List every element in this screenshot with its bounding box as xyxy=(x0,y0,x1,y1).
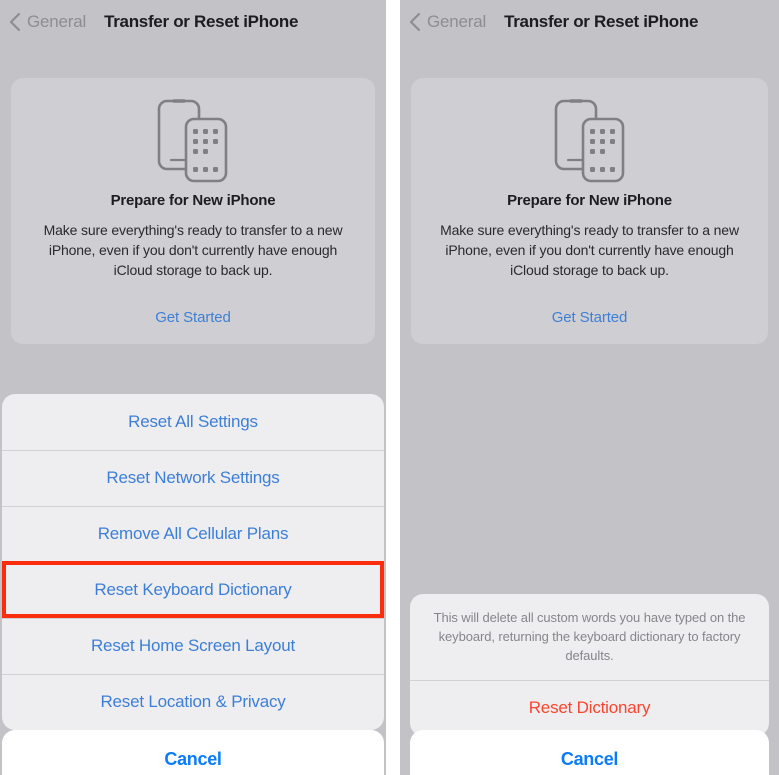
navigation-bar-right: General Transfer or Reset iPhone xyxy=(400,0,779,44)
action-sheet-item-reset-network-settings[interactable]: Reset Network Settings xyxy=(2,450,384,506)
prepare-card-title-right: Prepare for New iPhone xyxy=(507,192,672,209)
get-started-link[interactable]: Get Started xyxy=(33,309,353,326)
prepare-for-new-iphone-card-right: Prepare for New iPhone Make sure everyth… xyxy=(411,78,768,344)
navigation-bar: General Transfer or Reset iPhone xyxy=(0,0,386,44)
reset-dictionary-alert: This will delete all custom words you ha… xyxy=(410,594,769,736)
chevron-left-icon[interactable] xyxy=(408,11,422,33)
screenshot-root: General Transfer or Reset iPhone Prepare… xyxy=(0,0,779,775)
reset-dictionary-button[interactable]: Reset Dictionary xyxy=(410,680,769,736)
screen-action-sheet: General Transfer or Reset iPhone Prepare… xyxy=(0,0,386,775)
action-sheet-item-reset-keyboard-dictionary[interactable]: Reset Keyboard Dictionary xyxy=(2,562,384,618)
prepare-card-description: Make sure everything's ready to transfer… xyxy=(43,222,343,278)
action-sheet-cancel-button[interactable]: Cancel xyxy=(2,730,384,775)
screen-confirmation-alert: General Transfer or Reset iPhone Prepare… xyxy=(400,0,779,775)
alert-message-text: This will delete all custom words you ha… xyxy=(433,610,746,663)
prepare-card-description-right: Make sure everything's ready to transfer… xyxy=(440,222,739,278)
action-sheet-item-remove-all-cellular-plans[interactable]: Remove All Cellular Plans xyxy=(2,506,384,562)
cancel-button-label-right: Cancel xyxy=(560,748,619,769)
two-iphones-icon xyxy=(157,99,228,183)
chevron-left-icon[interactable] xyxy=(8,11,22,33)
page-title-right: Transfer or Reset iPhone xyxy=(504,12,699,31)
two-iphones-icon xyxy=(554,99,624,183)
page-title: Transfer or Reset iPhone xyxy=(104,12,299,31)
action-sheet-item-reset-all-settings[interactable]: Reset All Settings xyxy=(2,394,384,450)
prepare-for-new-iphone-card: Prepare for New iPhone Make sure everyth… xyxy=(11,78,375,344)
reset-action-sheet: Reset All Settings Reset Network Setting… xyxy=(2,394,384,730)
prepare-card-title: Prepare for New iPhone xyxy=(110,192,276,209)
cancel-button-label: Cancel xyxy=(164,748,222,769)
action-sheet-item-reset-home-screen-layout[interactable]: Reset Home Screen Layout xyxy=(2,618,384,674)
back-button-label[interactable]: General xyxy=(27,12,86,32)
alert-cancel-button[interactable]: Cancel xyxy=(410,730,769,775)
get-started-link-right[interactable]: Get Started xyxy=(433,309,746,326)
back-button-label-right[interactable]: General xyxy=(427,12,486,32)
action-sheet-item-reset-location-privacy[interactable]: Reset Location & Privacy xyxy=(2,674,384,730)
